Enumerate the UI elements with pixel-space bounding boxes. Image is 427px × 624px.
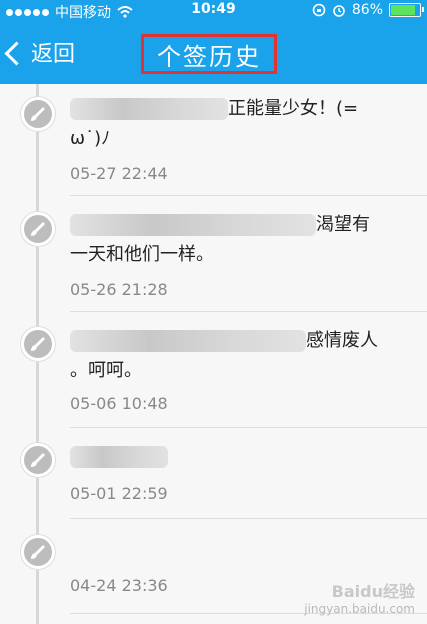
battery-icon bbox=[389, 3, 424, 17]
rotation-lock-icon bbox=[312, 3, 326, 17]
timestamp: 05-27 22:44 bbox=[70, 164, 168, 183]
divider bbox=[70, 195, 427, 196]
divider bbox=[70, 427, 427, 428]
title-highlight: 个签历史 bbox=[141, 34, 277, 74]
blurred-text bbox=[70, 446, 168, 468]
signature-text: 感情废人 。呵呵。 bbox=[70, 330, 378, 381]
blurred-text bbox=[70, 214, 316, 236]
brush-icon bbox=[21, 212, 55, 246]
watermark-url: jingyan.baidu.com bbox=[304, 602, 415, 616]
signature-history-list: 正能量少女！(= ω˙)ﾉ 05-27 22:44 渴望有 一天和他们一样。 0… bbox=[0, 84, 427, 624]
brush-icon bbox=[21, 327, 55, 361]
signature-text: 正能量少女！(= ω˙)ﾉ bbox=[70, 98, 359, 149]
status-right: 86% bbox=[312, 2, 424, 18]
nav-bar: 返回 个签历史 bbox=[0, 22, 427, 84]
battery-level bbox=[391, 5, 415, 15]
battery-percent: 86% bbox=[351, 2, 383, 18]
signature-text bbox=[70, 442, 410, 472]
watermark: Baidu经验 jingyan.baidu.com bbox=[304, 578, 415, 616]
divider bbox=[70, 311, 427, 312]
timestamp: 04-24 23:36 bbox=[70, 576, 168, 595]
timestamp: 05-06 10:48 bbox=[70, 394, 168, 413]
blurred-text bbox=[70, 330, 306, 352]
status-bar: 中国移动 10:49 86% bbox=[0, 0, 427, 22]
page-title: 个签历史 bbox=[157, 42, 261, 71]
brush-icon bbox=[21, 535, 55, 569]
watermark-logo: Baidu经验 bbox=[331, 582, 415, 601]
alarm-icon bbox=[333, 5, 345, 17]
back-button[interactable]: 返回 bbox=[4, 36, 76, 68]
brush-icon bbox=[21, 97, 55, 131]
blurred-text bbox=[70, 98, 228, 120]
chevron-left-icon bbox=[4, 40, 29, 66]
divider bbox=[70, 518, 427, 519]
brush-icon bbox=[21, 443, 55, 477]
back-label: 返回 bbox=[31, 42, 76, 67]
signature-text: 渴望有 一天和他们一样。 bbox=[70, 214, 370, 265]
timestamp: 05-01 22:59 bbox=[70, 484, 168, 503]
timestamp: 05-26 21:28 bbox=[70, 280, 168, 299]
